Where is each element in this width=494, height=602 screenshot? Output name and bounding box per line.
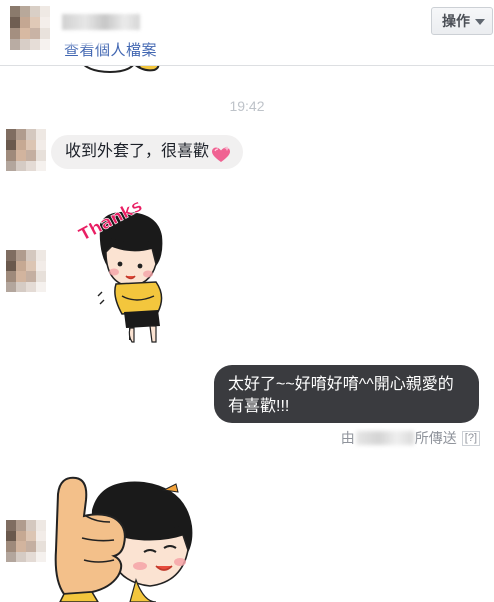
sent-by-prefix: 由 — [340, 430, 355, 446]
message-timestamp: 19:42 — [229, 98, 265, 114]
actions-dropdown-button[interactable]: 操作 — [431, 7, 493, 35]
help-link[interactable]: [?] — [461, 430, 480, 446]
thumbs-up-sticker[interactable] — [52, 470, 202, 602]
incoming-message-text: 收到外套了，很喜歡 — [65, 143, 210, 160]
sender-avatar[interactable] — [6, 129, 46, 171]
sender-avatar[interactable] — [6, 250, 46, 292]
sparkling-heart-icon — [211, 143, 231, 162]
outgoing-message-line-1: 太好了~~好唷好唷^^開心親愛的 — [228, 376, 454, 393]
sent-by-attribution: 由 所傳送 [?] — [341, 428, 480, 448]
caret-down-icon — [475, 19, 485, 25]
view-profile-link[interactable]: 查看個人檔案 — [62, 35, 157, 60]
contact-name-blurred[interactable] — [62, 14, 140, 30]
contact-avatar[interactable] — [10, 6, 50, 50]
outgoing-message-bubble[interactable]: 太好了~~好唷好唷^^開心親愛的 有喜歡!!! — [214, 365, 479, 423]
sent-by-suffix: 所傳送 — [414, 430, 457, 446]
sender-name-blurred — [355, 431, 414, 445]
actions-label: 操作 — [442, 13, 470, 29]
thanks-sticker[interactable]: Thanks — [72, 195, 184, 346]
name-redaction-smudge — [62, 35, 106, 45]
incoming-message-bubble[interactable]: 收到外套了，很喜歡 — [51, 135, 244, 169]
sender-avatar[interactable] — [6, 520, 46, 562]
conversation-header: 查看個人檔案 操作 — [0, 0, 494, 66]
outgoing-message-line-2: 有喜歡!!! — [228, 398, 290, 415]
